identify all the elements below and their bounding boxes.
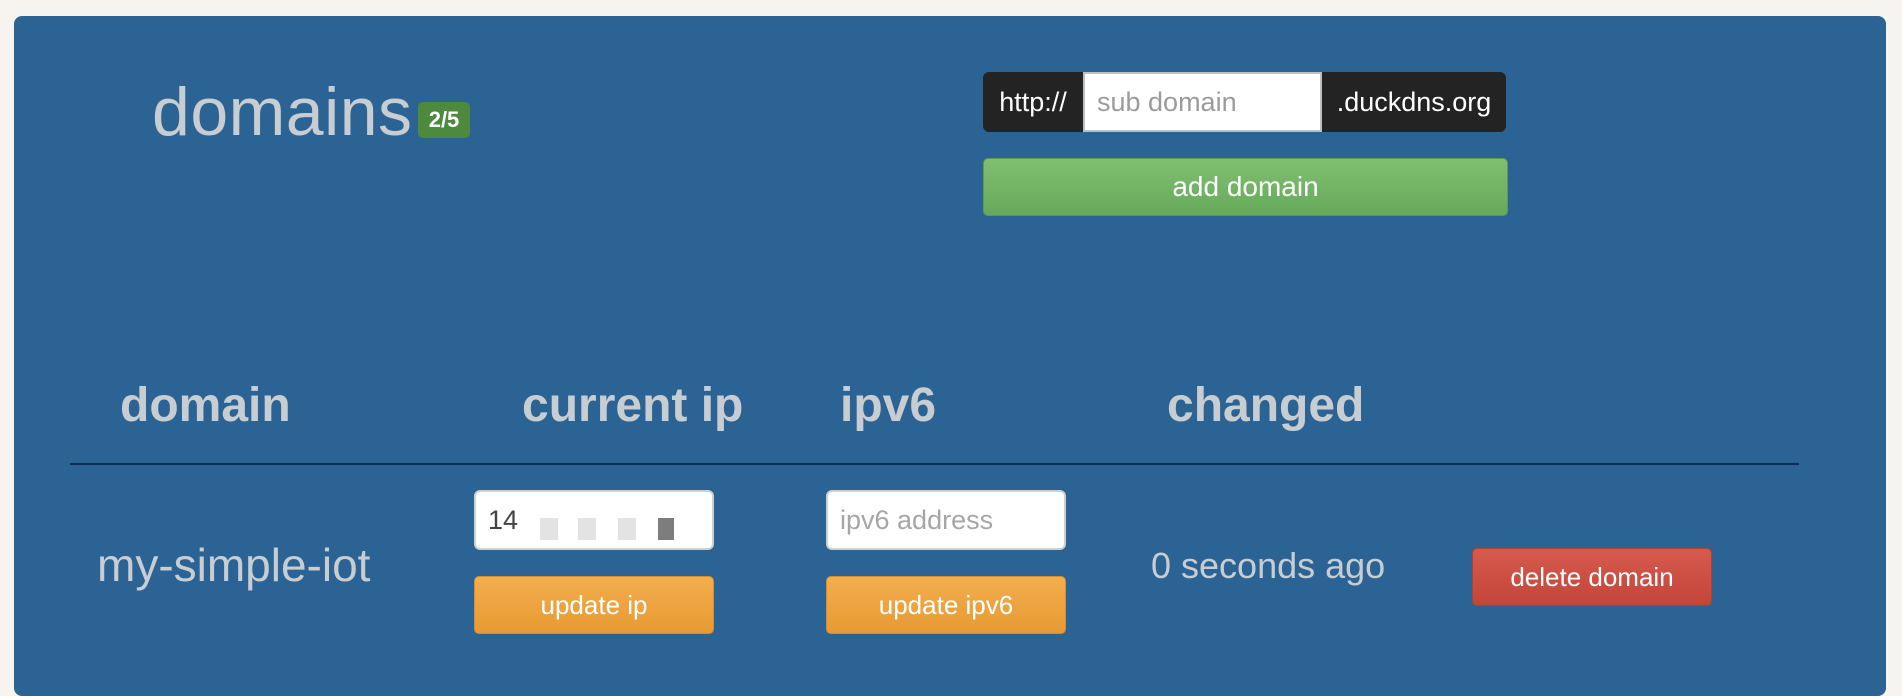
url-prefix: http://: [983, 72, 1083, 132]
column-header-domain: domain: [120, 379, 291, 432]
delete-domain-button[interactable]: delete domain: [1472, 548, 1712, 606]
update-ip-button[interactable]: update ip: [474, 576, 714, 634]
column-header-changed: changed: [1167, 379, 1365, 432]
changed-time: 0 seconds ago: [1151, 545, 1386, 586]
column-header-current-ip: current ip: [522, 379, 744, 432]
column-header-ipv6: ipv6: [840, 379, 937, 432]
subdomain-input[interactable]: [1083, 72, 1322, 132]
update-ipv6-button[interactable]: update ipv6: [826, 576, 1066, 634]
add-domain-button[interactable]: add domain: [983, 158, 1508, 216]
ipv6-input[interactable]: [826, 490, 1066, 550]
redaction-mask: [578, 518, 596, 540]
page-title: domains: [152, 74, 413, 150]
redaction-mask: [618, 518, 636, 540]
domain-count-badge: 2/5: [418, 102, 470, 138]
url-suffix: .duckdns.org: [1322, 72, 1506, 132]
redaction-mask: [540, 518, 558, 540]
domain-name: my-simple-iot: [97, 539, 371, 591]
table-divider: [70, 463, 1799, 465]
redaction-mask: [658, 518, 674, 540]
